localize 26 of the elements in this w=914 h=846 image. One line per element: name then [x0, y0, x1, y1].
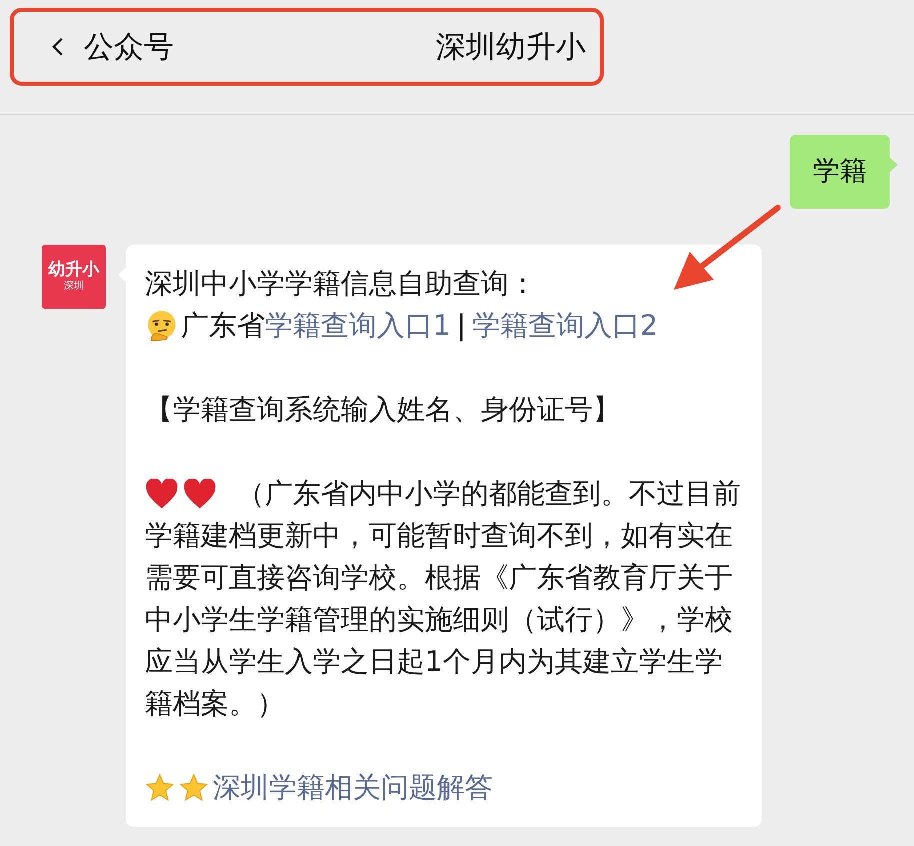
query-link[interactable]: 学籍查询入口1: [265, 305, 451, 347]
paragraph-line: 需要可直接咨询学校。根据《广东省教育厅关于: [145, 560, 733, 596]
thinking-face-icon: [145, 309, 179, 343]
star-icon: [179, 773, 209, 803]
heart-icon: [145, 478, 179, 510]
faq-link[interactable]: 深圳学籍相关问题解答: [213, 767, 493, 809]
message-bubble: 学籍: [790, 135, 890, 209]
back-button[interactable]: 公众号: [52, 24, 174, 70]
back-icon: [52, 37, 64, 57]
province-label: 广东省: [181, 308, 265, 344]
paragraph-line: 学籍建档更新中，可能暂时查询不到，如有实在: [145, 518, 733, 554]
logo-subtext: 深圳: [64, 280, 84, 294]
avatar-logo[interactable]: 幼升小 深圳: [42, 245, 106, 309]
paragraph-line: 籍档案。）: [145, 686, 285, 722]
chat-title: 深圳幼升小: [436, 28, 586, 66]
star-icon: [145, 773, 175, 803]
bubble-tail: [889, 157, 898, 173]
note-text: 【学籍查询系统输入姓名、身份证号】: [145, 392, 622, 428]
message-title: 深圳中小学学籍信息自助查询：: [145, 266, 538, 302]
paragraph-line: 中小学生学籍管理的实施细则（试行）》，学校: [145, 602, 733, 638]
logo-text: 幼升小: [48, 260, 100, 280]
heart-icon: [183, 478, 217, 510]
query-link[interactable]: 学籍查询入口2: [472, 305, 658, 347]
separator: |: [456, 308, 466, 344]
paragraph-line: （广东省内中小学的都能查到。不过目前: [237, 476, 741, 512]
paragraph-line: 应当从学生入学之日起1个月内为其建立学生学: [145, 644, 723, 680]
